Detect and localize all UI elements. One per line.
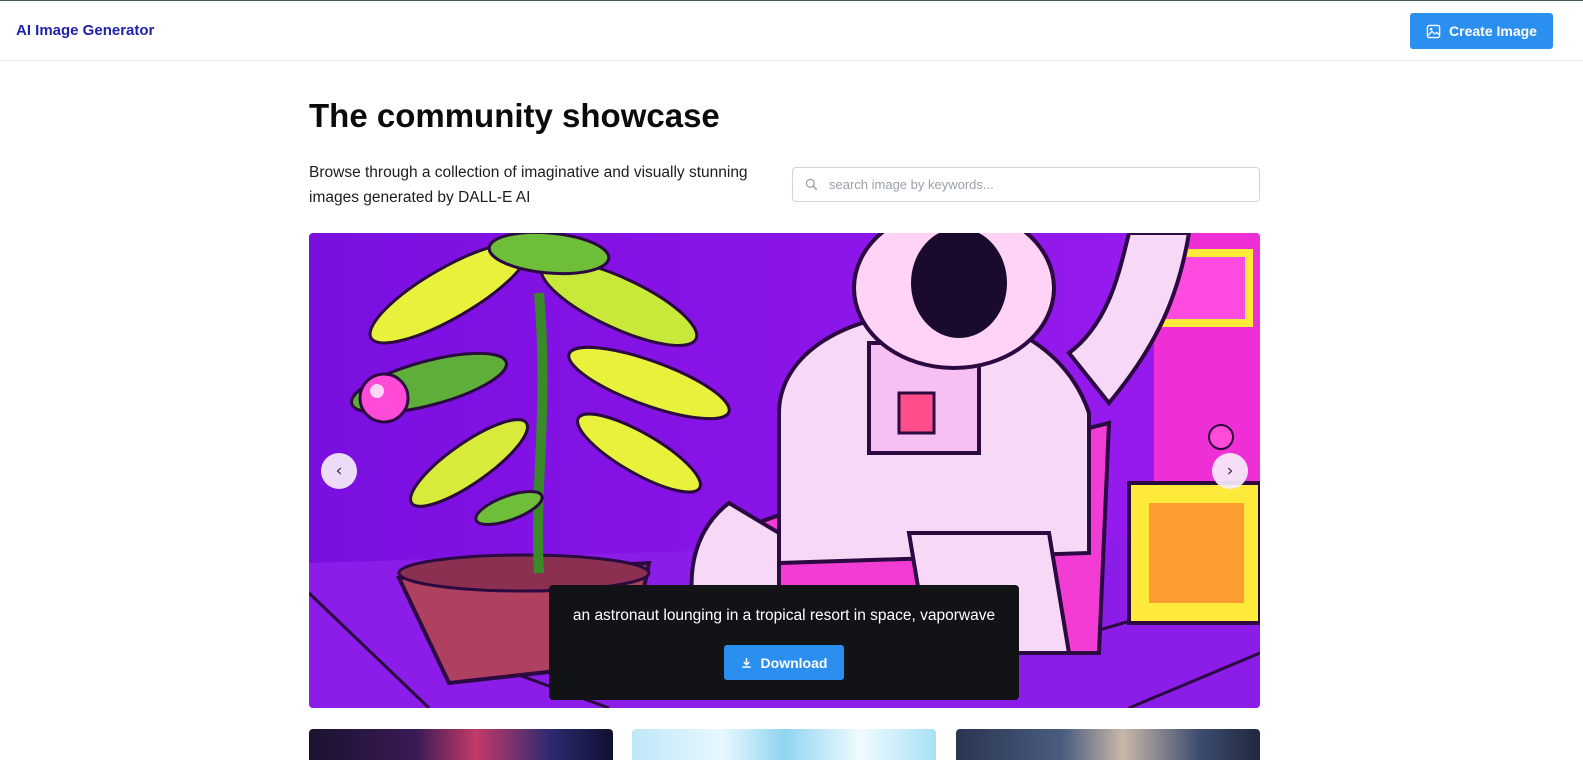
page-description: Browse through a collection of imaginati…: [309, 164, 748, 206]
chevron-left-icon: ‹: [335, 461, 343, 481]
search-box: [792, 167, 1260, 202]
image-carousel: ‹ › an astronaut lounging in a tropical …: [309, 233, 1260, 708]
download-button[interactable]: Download: [724, 645, 844, 680]
download-label: Download: [760, 654, 828, 671]
image-prompt-text: an astronaut lounging in a tropical reso…: [572, 607, 996, 624]
create-image-button[interactable]: Create Image: [1410, 13, 1553, 49]
gallery-thumbnail[interactable]: [632, 729, 936, 760]
create-image-label: Create Image: [1449, 23, 1537, 39]
carousel-next-button[interactable]: ›: [1212, 453, 1248, 489]
chevron-right-icon: ›: [1226, 461, 1234, 481]
gallery-thumbnail[interactable]: [956, 729, 1260, 760]
page-title: The community showcase: [309, 97, 720, 134]
brand-logo-link[interactable]: AI Image Generator: [16, 22, 154, 39]
search-icon: [793, 178, 829, 191]
top-navbar: AI Image Generator Create Image: [0, 1, 1583, 61]
search-input[interactable]: [829, 177, 1249, 192]
gallery-thumbnail[interactable]: [309, 729, 613, 760]
carousel-prev-button[interactable]: ‹: [321, 453, 357, 489]
image-icon: [1426, 24, 1441, 39]
image-caption-card: an astronaut lounging in a tropical reso…: [549, 585, 1019, 700]
download-icon: [741, 655, 752, 671]
